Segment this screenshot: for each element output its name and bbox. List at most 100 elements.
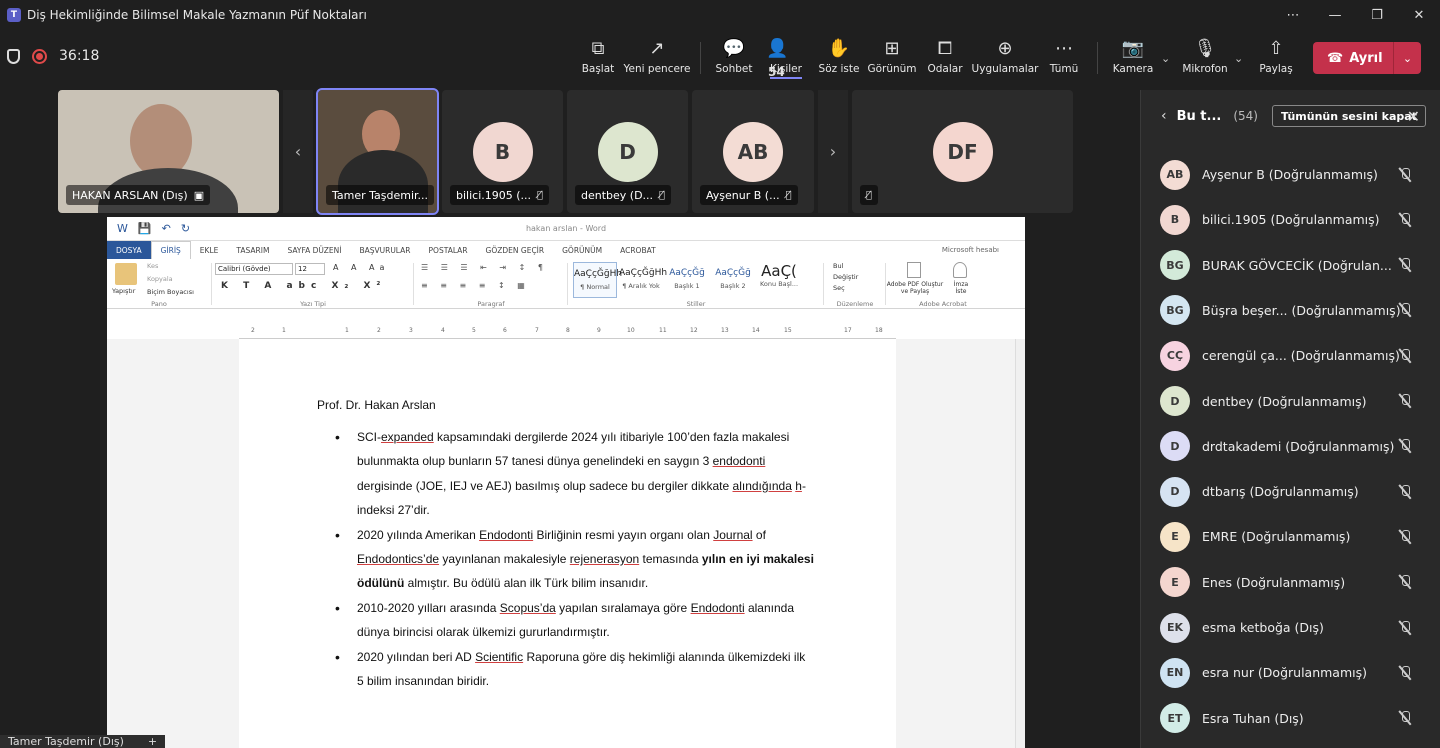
participant-name: cerengül ça... (Doğrulanmamış) — [1202, 348, 1400, 364]
meeting-timer: 36:18 — [59, 48, 100, 64]
participant-row[interactable]: BG BURAK GÖVCECİK (Doğrulan... — [1141, 243, 1440, 288]
shield-icon[interactable] — [7, 48, 20, 64]
tile-name-label: 🎙̸ — [860, 185, 879, 205]
more-icon: ⋯ — [1055, 38, 1073, 59]
mic-off-icon — [1399, 439, 1411, 453]
mic-options-chevron-icon[interactable]: ⌄ — [1234, 52, 1243, 65]
tile-name-label: HAKAN ARSLAN (Dış) ▣ — [66, 185, 211, 205]
mic-off-icon: 🎙̸ — [785, 189, 792, 201]
bullet-item: 2020 yılından beri AD Scientific Raporun… — [335, 645, 815, 694]
video-tile-df[interactable]: DF 🎙̸ — [852, 90, 1073, 213]
paste-icon — [115, 263, 137, 285]
people-button[interactable]: 👤54 Kişiler — [766, 38, 806, 82]
new-window-button[interactable]: ↗ Yeni pencere — [624, 38, 691, 82]
apps-button[interactable]: ⊕ Uygulamalar — [972, 38, 1039, 82]
participant-name: dentbey (Doğrulanmamış) — [1202, 393, 1367, 409]
people-icon: 👤54 — [766, 38, 789, 79]
screen-share-icon: ▣ — [193, 188, 205, 202]
avatar: D — [1160, 431, 1190, 462]
tile-name-label: dentbey (D... 🎙̸ — [575, 185, 672, 205]
title-bar: T Diş Hekimliğinde Bilimsel Makale Yazma… — [0, 0, 1440, 30]
participant-row[interactable]: E Enes (Doğrulanmamış) — [1141, 560, 1440, 605]
more-options-icon[interactable]: ⋯ — [1272, 0, 1314, 30]
participant-name: Ayşenur B (Doğrulanmamış) — [1202, 167, 1378, 182]
tab-postalar: POSTALAR — [428, 245, 468, 255]
participant-row[interactable]: EN esra nur (Doğrulanmamış) — [1141, 650, 1440, 695]
microphone-button[interactable]: 🎙 Mikrofon — [1182, 38, 1228, 82]
participant-row[interactable]: ET Esra Tuhan (Dış) — [1141, 696, 1440, 741]
leave-button[interactable]: ☎ Ayrıl ⌄ — [1313, 42, 1421, 74]
participant-row[interactable]: Ddentbey (Doğrulanmamış) — [1141, 379, 1440, 424]
participants-panel: ‹ Bu t... (54) Tümünün sesini kapat ✕ AB… — [1140, 90, 1440, 748]
participant-name: EMRE (Doğrulanmamış) — [1202, 529, 1351, 545]
video-tile-hakan-arslan[interactable]: HAKAN ARSLAN (Dış) ▣ — [58, 90, 279, 213]
mic-off-icon: 🎙̸ — [866, 189, 873, 201]
participant-row[interactable]: Bbilici.1905 (Doğrulanmamış) — [1141, 197, 1440, 242]
participant-row[interactable]: EK esma ketboğa (Dış) — [1141, 605, 1440, 650]
video-tile-tamer-tasdemir[interactable]: Tamer Taşdemir... — [316, 88, 439, 215]
mic-off-icon — [1399, 212, 1411, 227]
participant-row[interactable]: BG Büşra beşer... (Doğrulanmamış) — [1141, 288, 1440, 333]
view-button[interactable]: ⊞ Görünüm — [867, 38, 916, 82]
minimize-button[interactable]: — — [1314, 0, 1356, 30]
mic-off-icon — [1399, 620, 1411, 635]
bullet-item: 2020 yılında Amerikan Endodonti Birliğin… — [335, 523, 815, 596]
participant-row[interactable]: E EMRE (Doğrulanmamış) — [1141, 514, 1440, 559]
scroll-right-chevron-icon[interactable]: › — [818, 90, 848, 213]
mic-off-icon: 🎙 — [1193, 38, 1217, 59]
leave-label: Ayrıl — [1349, 50, 1383, 66]
editing-group: Bul Değiştir Seç Düzenleme — [833, 262, 874, 308]
acrobat-group: Adobe PDF Oluştur ve Paylaş İmza İste Ad… — [887, 259, 999, 309]
video-tile-bilici[interactable]: B bilici.1905 (... 🎙̸ — [442, 90, 563, 213]
back-chevron-icon[interactable]: ‹ — [1161, 108, 1167, 124]
word-ribbon: Yapıştır Kes Kopyala Biçim Boyacısı Pano… — [107, 259, 1025, 309]
close-icon[interactable]: ✕ — [1407, 107, 1420, 126]
participant-name: Büşra beşer... (Doğrulanmamış) — [1202, 302, 1401, 318]
pdf-icon — [907, 262, 921, 278]
leave-options-chevron-icon[interactable]: ⌄ — [1393, 42, 1421, 74]
clipboard-group: Yapıştır Kes Kopyala Biçim Boyacısı Pano — [112, 262, 194, 308]
bullet-item: SCI-expanded kapsamındaki dergilerde 202… — [335, 425, 815, 523]
video-tile-dentbey[interactable]: D dentbey (D... 🎙̸ — [567, 90, 688, 213]
view-icon: ⊞ — [884, 38, 900, 59]
participant-row[interactable]: Ddrdtakademi (Doğrulanmamış) — [1141, 424, 1440, 469]
scroll-left-chevron-icon[interactable]: ‹ — [283, 90, 313, 213]
tab-sayfa-duzeni: SAYFA DÜZENİ — [287, 245, 342, 255]
participant-count: (54) — [1233, 109, 1258, 123]
mic-off-icon — [1399, 258, 1411, 272]
tab-gorunum: GÖRÜNÜM — [562, 245, 603, 255]
more-button[interactable]: ⋯ Tümü — [1049, 38, 1079, 82]
raise-hand-button[interactable]: ✋ Söz iste — [819, 38, 860, 82]
rooms-button[interactable]: ⧠ Odalar — [927, 38, 962, 82]
avatar: D — [1160, 476, 1190, 507]
bullet-list: SCI-expanded kapsamındaki dergilerde 202… — [335, 425, 815, 693]
mic-off-icon — [1399, 529, 1411, 544]
participant-row[interactable]: AB Ayşenur B (Doğrulanmamış) — [1141, 152, 1440, 197]
camera-button[interactable]: 📷 Kamera — [1113, 38, 1154, 82]
avatar: AB — [1160, 159, 1190, 190]
avatar: EK — [1160, 612, 1190, 643]
mute-all-button[interactable]: Tümünün sesini kapat — [1271, 105, 1426, 127]
close-button[interactable]: ✕ — [1398, 0, 1440, 30]
share-button[interactable]: ⇧ Paylaş — [1259, 38, 1293, 82]
mic-off-icon — [1399, 348, 1411, 363]
participant-name: BURAK GÖVCECİK (Doğrulan... — [1202, 257, 1392, 273]
mic-off-icon — [1399, 575, 1411, 589]
video-tile-aysenur[interactable]: AB Ayşenur B (... 🎙̸ — [692, 90, 814, 213]
vertical-scrollbar — [1015, 339, 1025, 748]
avatar: E — [1160, 521, 1190, 552]
maximize-button[interactable]: ❐ — [1356, 0, 1398, 30]
start-button[interactable]: ⧉ Başlat — [581, 38, 615, 82]
participant-row[interactable]: CÇ cerengül ça... (Doğrulanmamış) — [1141, 333, 1440, 378]
chat-icon: 💬 — [722, 38, 746, 59]
chat-button[interactable]: 💬 Sohbet — [715, 38, 753, 82]
window-controls: ⋯ — ❐ ✕ — [1272, 0, 1440, 30]
mic-off-icon: 🎙̸ — [659, 189, 666, 201]
participant-row[interactable]: Ddtbarış (Doğrulanmamış) — [1141, 469, 1440, 514]
participant-name: esra nur (Doğrulanmamış) — [1202, 665, 1368, 681]
new-window-icon: ↗ — [649, 38, 665, 59]
tab-ekle: EKLE — [199, 245, 219, 255]
camera-options-chevron-icon[interactable]: ⌄ — [1161, 52, 1170, 65]
participant-name: esma ketboğa (Dış) — [1202, 620, 1324, 635]
document-area: Prof. Dr. Hakan Arslan SCI-expanded kaps… — [107, 339, 1025, 748]
